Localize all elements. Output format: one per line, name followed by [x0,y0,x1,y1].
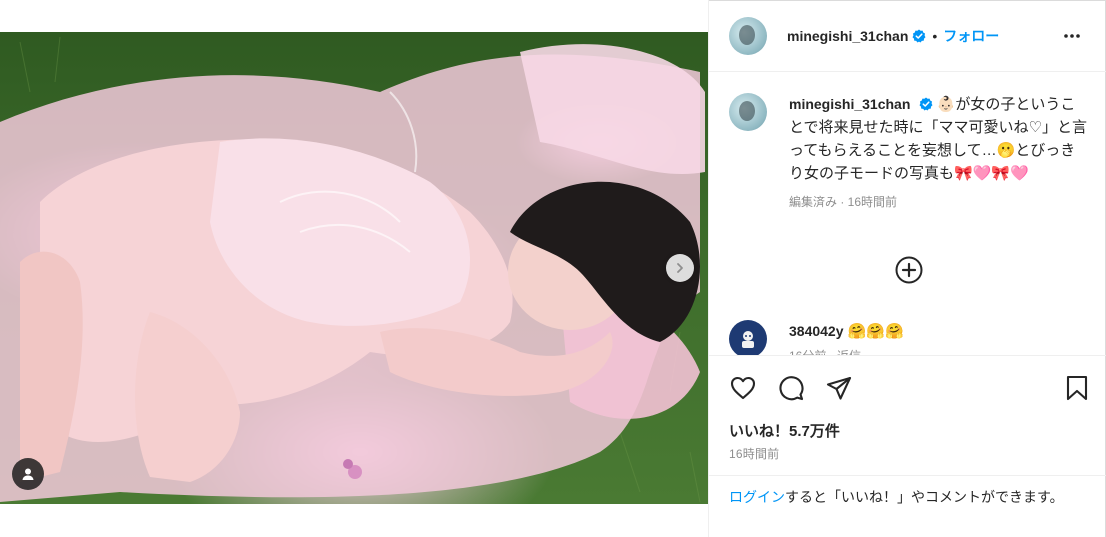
commenter-avatar-image [742,331,754,348]
author-username[interactable]: minegishi_31chan [787,28,908,44]
comment-text: 🤗🤗🤗 [847,323,904,340]
user-tag-icon [22,468,34,480]
comment-meta: 16分前 · 返信 [789,345,904,355]
commenter-avatar[interactable] [729,320,767,355]
plus-circle-icon[interactable] [895,256,923,284]
login-link[interactable]: ログイン [729,489,785,505]
photo-illustration [0,36,705,503]
post-side-panel: minegishi_31chan • フォロー minegishi_31chan [708,0,1106,537]
verified-icon [912,29,926,42]
comments-section[interactable]: minegishi_31chan 👶🏻が女の子ということで将来見せた時に「ママ可… [709,73,1106,355]
comment-icon[interactable] [777,374,805,402]
post-timestamp[interactable]: 16時間前 [729,445,779,462]
bookmark-icon[interactable] [1063,374,1091,402]
user-tags-button[interactable] [12,458,44,490]
caption-username[interactable]: minegishi_31chan [789,96,910,112]
follow-button[interactable]: フォロー [943,26,999,46]
action-bar [709,355,1106,415]
post-media [0,0,708,537]
more-icon[interactable] [1062,26,1082,46]
share-icon[interactable] [825,374,853,402]
comment-item: 384042y 🤗🤗🤗 16分前 · 返信 [729,320,904,355]
login-prompt: ログインすると「いいね！」やコメントができます。 [709,475,1106,537]
likes-count[interactable]: いいね！5.7万件 [729,420,840,441]
heart-icon[interactable] [729,374,757,402]
verified-icon [919,97,933,111]
post-header: minegishi_31chan • フォロー [709,0,1106,72]
carousel-next-button[interactable] [666,254,694,282]
separator-bullet: • [932,27,938,44]
caption-avatar[interactable] [729,93,767,131]
comment-username[interactable]: 384042y [789,323,844,339]
login-prompt-text: すると「いいね！」やコメントができます。 [785,489,1064,505]
chevron-right-icon [677,263,683,273]
caption-meta: 編集済み · 16時間前 [789,195,898,209]
post-caption: minegishi_31chan 👶🏻が女の子ということで将来見せた時に「ママ可… [729,93,1089,210]
post-photo[interactable] [0,32,708,504]
caption-text-block: minegishi_31chan 👶🏻が女の子ということで将来見せた時に「ママ可… [789,93,1089,185]
comment-body: 384042y 🤗🤗🤗 16分前 · 返信 [789,320,904,355]
avatar[interactable] [729,16,767,55]
